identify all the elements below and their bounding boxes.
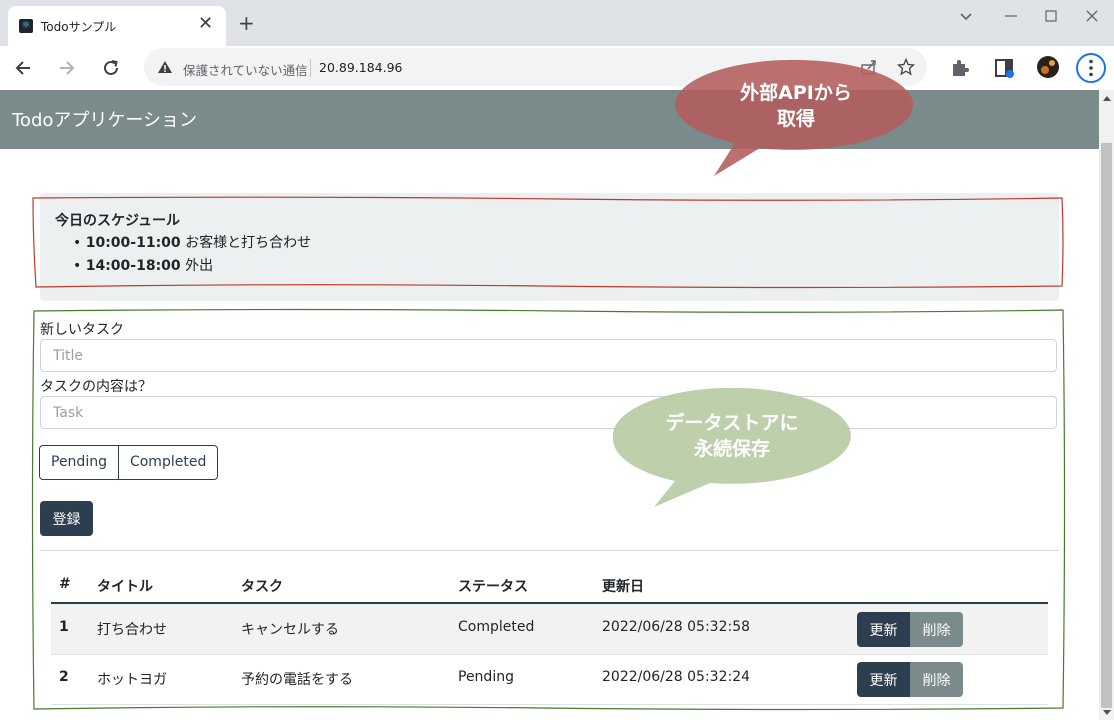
section-divider (40, 550, 1059, 551)
table-row: 2 ホットヨガ 予約の電話をする Pending 2022/06/28 05:3… (51, 655, 1048, 705)
column-header-status: ステータス (458, 579, 528, 595)
row-divider (51, 704, 1048, 705)
register-button[interactable]: 登録 (40, 501, 93, 536)
page-viewport: Todoアプリケーション 今日のスケジュール • 10:00-11:00 お客様… (0, 90, 1099, 720)
tab-close-icon[interactable]: ✕ (198, 13, 213, 34)
scroll-down-arrow-icon[interactable] (1102, 709, 1112, 717)
tab-title: Todoサンプル (41, 20, 117, 34)
profile-avatar[interactable] (1037, 56, 1059, 78)
row-id: 2 (59, 669, 69, 685)
reload-icon[interactable] (100, 57, 122, 79)
app-navbar: Todoアプリケーション (0, 90, 1099, 149)
url-text[interactable]: 20.89.184.96 (319, 60, 403, 75)
column-header-id: # (59, 576, 71, 592)
row-title: 打ち合わせ (97, 622, 167, 638)
scroll-up-arrow-icon[interactable] (1102, 94, 1112, 102)
row-title: ホットヨガ (97, 672, 167, 688)
schedule-text: お客様と打ち合わせ (185, 235, 312, 251)
extensions-puzzle-icon[interactable] (950, 58, 970, 78)
chevron-down-icon[interactable] (958, 8, 974, 24)
title-input[interactable] (40, 339, 1057, 372)
security-status-label[interactable]: 保護されていない通信 (183, 60, 308, 79)
app-brand[interactable]: Todoアプリケーション (12, 106, 197, 132)
delete-button[interactable]: 削除 (910, 612, 963, 647)
schedule-time: 14:00-18:00 (85, 258, 181, 274)
window-close-icon[interactable] (1084, 8, 1100, 24)
browser-tab[interactable]: ⚛ Todoサンプル ✕ (8, 6, 226, 46)
schedule-item: • 10:00-11:00 お客様と打ち合わせ (73, 235, 312, 251)
status-toggle-group: Pending Completed (39, 445, 219, 480)
column-header-task: タスク (241, 579, 283, 595)
status-completed-button[interactable]: Completed (118, 445, 219, 480)
react-favicon-icon: ⚛ (19, 19, 33, 33)
datastore-callout-line: 永続保存 (693, 438, 770, 460)
task-input[interactable] (40, 396, 1057, 429)
warning-icon[interactable] (157, 59, 173, 75)
update-button[interactable]: 更新 (857, 662, 910, 697)
delete-button[interactable]: 削除 (910, 662, 963, 697)
update-button[interactable]: 更新 (857, 612, 910, 647)
title-field-label: 新しいタスク (40, 322, 124, 338)
row-id: 1 (59, 619, 69, 635)
browser-menu-icon[interactable] (1075, 52, 1107, 84)
api-callout-line: 外部APIから (740, 82, 852, 104)
schedule-text: 外出 (185, 258, 214, 274)
forward-arrow-icon[interactable] (56, 57, 78, 79)
column-header-title: タイトル (97, 579, 153, 595)
schedule-time: 10:00-11:00 (85, 235, 181, 251)
schedule-title: 今日のスケジュール (55, 213, 181, 229)
task-field-label: タスクの内容は？ (40, 379, 152, 395)
schedule-item: • 14:00-18:00 外出 (73, 258, 214, 274)
bookmark-star-icon[interactable] (897, 58, 915, 76)
row-task: キャンセルする (241, 622, 339, 638)
scrollbar-thumb[interactable] (1101, 143, 1112, 708)
row-status: Completed (458, 619, 535, 635)
status-pending-button[interactable]: Pending (39, 445, 119, 480)
api-callout-line: 取得 (776, 108, 815, 130)
minimize-icon[interactable] (1003, 8, 1019, 24)
row-status: Pending (458, 669, 514, 685)
back-arrow-icon[interactable] (12, 57, 34, 79)
datastore-callout-line: データストアに (665, 412, 799, 434)
api-callout-text: 外部APIから 取得 (684, 80, 908, 132)
url-divider (310, 59, 311, 77)
row-task: 予約の電話をする (241, 672, 353, 688)
datastore-callout-text: データストアに 永続保存 (620, 410, 844, 462)
side-panel-icon[interactable] (994, 57, 1016, 79)
maximize-icon[interactable] (1043, 8, 1059, 24)
row-updated: 2022/06/28 05:32:24 (602, 669, 751, 685)
table-row: 1 打ち合わせ キャンセルする Completed 2022/06/28 05:… (51, 604, 1048, 654)
new-tab-button[interactable]: + (238, 13, 255, 33)
column-header-updated: 更新日 (602, 579, 644, 595)
row-updated: 2022/06/28 05:32:58 (602, 619, 751, 635)
share-icon[interactable] (860, 58, 878, 76)
